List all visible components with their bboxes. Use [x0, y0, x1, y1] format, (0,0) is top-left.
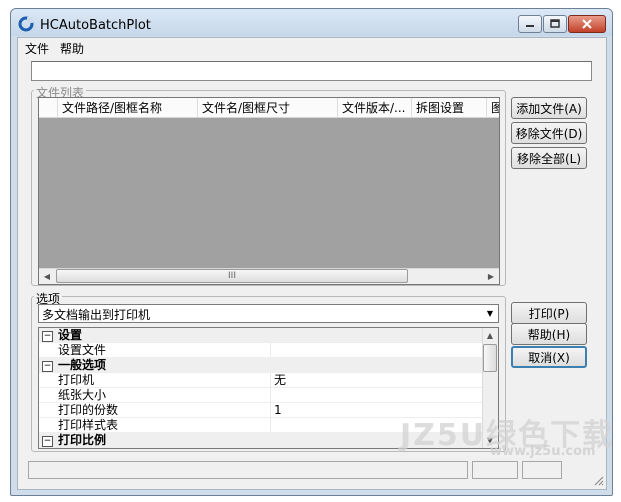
- maximize-button[interactable]: [543, 15, 567, 33]
- property-name: 设置文件: [58, 343, 107, 357]
- property-category[interactable]: − 一般选项: [39, 358, 482, 373]
- collapse-icon[interactable]: −: [42, 436, 53, 447]
- column-header-size[interactable]: 文件名/图框尺寸: [197, 98, 337, 118]
- close-button[interactable]: [568, 15, 606, 33]
- property-name: 设置: [58, 328, 83, 342]
- chevron-down-icon[interactable]: ▼: [482, 305, 498, 322]
- app-icon: [18, 16, 34, 32]
- collapse-icon[interactable]: −: [42, 361, 53, 372]
- maximize-icon: [550, 19, 560, 28]
- minimize-button[interactable]: [518, 15, 542, 33]
- watermark-url: www.jz5u.com: [490, 444, 596, 459]
- remove-all-button[interactable]: 移除全部(L): [511, 147, 587, 169]
- property-name: 打印的份数: [58, 403, 119, 417]
- window-title: HCAutoBatchPlot: [40, 18, 151, 33]
- property-category[interactable]: − 设置: [39, 328, 482, 343]
- print-button[interactable]: 打印(P): [511, 302, 587, 324]
- column-header-blank[interactable]: [39, 98, 57, 118]
- cancel-button[interactable]: 取消(X): [511, 346, 587, 368]
- scroll-right-icon[interactable]: ▶: [483, 268, 499, 284]
- property-name: 一般选项: [58, 358, 107, 372]
- column-header-version[interactable]: 文件版本/...: [337, 98, 411, 118]
- resize-grip-icon[interactable]: [592, 474, 604, 486]
- remove-file-button[interactable]: 移除文件(D): [511, 122, 587, 144]
- minimize-icon: [526, 25, 534, 27]
- vertical-scroll-thumb[interactable]: [483, 344, 497, 372]
- property-name: 打印样式表: [58, 418, 119, 432]
- property-value[interactable]: [270, 343, 482, 358]
- status-panel-main: [28, 461, 468, 479]
- property-value[interactable]: 无: [270, 373, 482, 388]
- property-name: 打印比例: [58, 433, 107, 447]
- column-header-path[interactable]: 文件路径/图框名称: [57, 98, 197, 118]
- scroll-up-icon[interactable]: ▲: [482, 328, 498, 343]
- column-header-split[interactable]: 拆图设置: [411, 98, 486, 118]
- column-header-drawing[interactable]: 图: [486, 98, 499, 118]
- help-button[interactable]: 帮助(H): [511, 323, 587, 345]
- menu-help[interactable]: 帮助: [60, 40, 84, 57]
- property-name: 纸张大小: [58, 388, 107, 402]
- collapse-icon[interactable]: −: [42, 331, 53, 342]
- status-panel-3: [522, 461, 562, 479]
- output-mode-value: 多文档输出到打印机: [42, 308, 151, 322]
- status-panel-2: [472, 461, 518, 479]
- property-row[interactable]: 打印机 无: [39, 373, 482, 388]
- add-file-button[interactable]: 添加文件(A): [511, 97, 587, 119]
- file-list[interactable]: [38, 97, 500, 285]
- property-row[interactable]: 设置文件: [39, 343, 482, 358]
- close-icon: [582, 19, 592, 29]
- menu-file[interactable]: 文件: [25, 40, 49, 57]
- horizontal-scroll-thumb[interactable]: III: [56, 269, 408, 283]
- menu-bar: [18, 38, 606, 58]
- property-value[interactable]: [270, 388, 482, 403]
- path-bar: [31, 61, 592, 81]
- property-name: 打印机: [58, 373, 95, 387]
- property-row[interactable]: 纸张大小: [39, 388, 482, 403]
- scroll-left-icon[interactable]: ◀: [39, 268, 55, 284]
